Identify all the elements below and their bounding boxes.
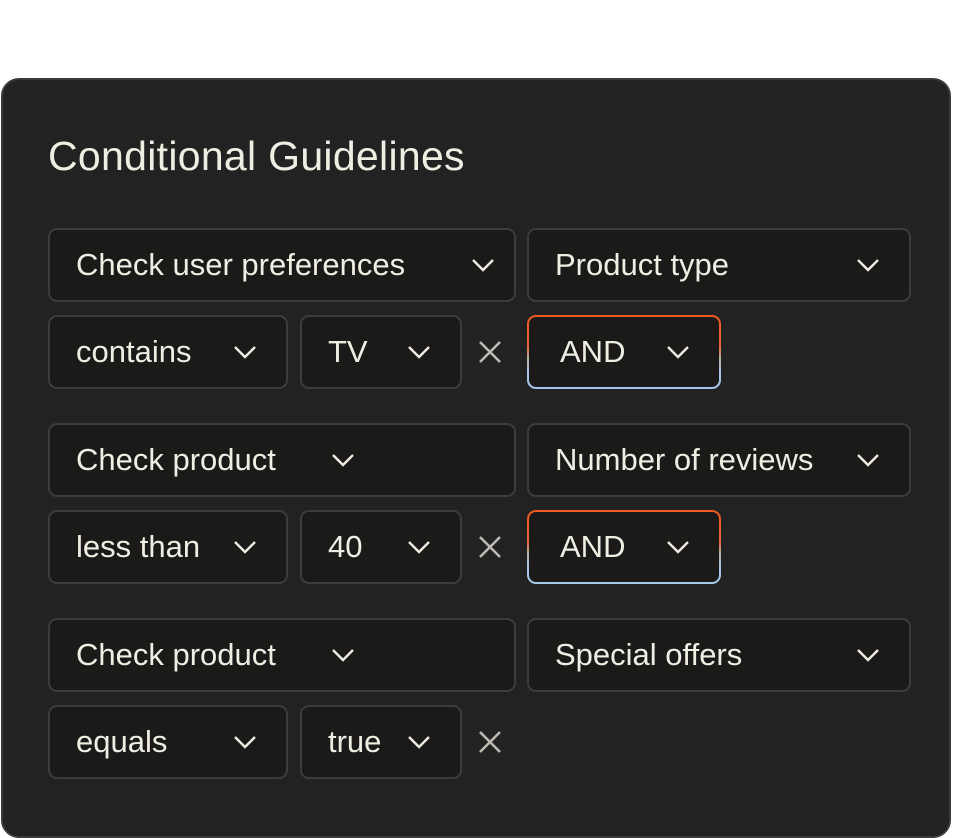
remove-condition-button[interactable] — [475, 532, 505, 562]
operator-dropdown-value: less than — [76, 529, 201, 564]
chevron-down-icon — [232, 344, 258, 360]
connector-dropdown[interactable]: AND — [527, 510, 721, 584]
chevron-down-icon — [855, 647, 881, 663]
chevron-down-icon — [330, 452, 356, 468]
operator-dropdown[interactable]: less than — [48, 510, 288, 584]
value-dropdown[interactable]: TV — [300, 315, 462, 389]
check-dropdown[interactable]: Check user preferences — [48, 228, 516, 302]
chevron-down-icon — [470, 257, 496, 273]
value-dropdown-value: true — [328, 724, 382, 759]
chevron-down-icon — [406, 539, 432, 555]
operator-dropdown-value: equals — [76, 724, 168, 759]
check-dropdown[interactable]: Check product — [48, 423, 516, 497]
chevron-down-icon — [330, 647, 356, 663]
check-dropdown-value: Check user preferences — [76, 247, 406, 282]
close-icon — [479, 536, 501, 558]
check-dropdown-value: Check product — [76, 637, 276, 672]
value-dropdown-value: TV — [328, 334, 368, 369]
operator-dropdown[interactable]: equals — [48, 705, 288, 779]
panel-title: Conditional Guidelines — [48, 133, 465, 179]
chevron-down-icon — [406, 344, 432, 360]
chevron-down-icon — [665, 344, 691, 360]
chevron-down-icon — [232, 539, 258, 555]
field-dropdown[interactable]: Product type — [527, 228, 911, 302]
chevron-down-icon — [406, 734, 432, 750]
remove-condition-button[interactable] — [475, 337, 505, 367]
chevron-down-icon — [855, 452, 881, 468]
operator-dropdown[interactable]: contains — [48, 315, 288, 389]
connector-dropdown-value: AND — [560, 529, 626, 564]
field-dropdown-value: Special offers — [555, 637, 743, 672]
check-dropdown-value: Check product — [76, 442, 276, 477]
chevron-down-icon — [665, 539, 691, 555]
remove-condition-button[interactable] — [475, 727, 505, 757]
operator-dropdown-value: contains — [76, 334, 192, 369]
connector-dropdown-value: AND — [560, 334, 626, 369]
field-dropdown[interactable]: Special offers — [527, 618, 911, 692]
field-dropdown[interactable]: Number of reviews — [527, 423, 911, 497]
connector-dropdown[interactable]: AND — [527, 315, 721, 389]
value-dropdown[interactable]: true — [300, 705, 462, 779]
close-icon — [479, 341, 501, 363]
value-dropdown[interactable]: 40 — [300, 510, 462, 584]
value-dropdown-value: 40 — [328, 529, 363, 564]
field-dropdown-value: Number of reviews — [555, 442, 814, 477]
check-dropdown[interactable]: Check product — [48, 618, 516, 692]
field-dropdown-value: Product type — [555, 247, 730, 282]
chevron-down-icon — [855, 257, 881, 273]
chevron-down-icon — [232, 734, 258, 750]
close-icon — [479, 731, 501, 753]
